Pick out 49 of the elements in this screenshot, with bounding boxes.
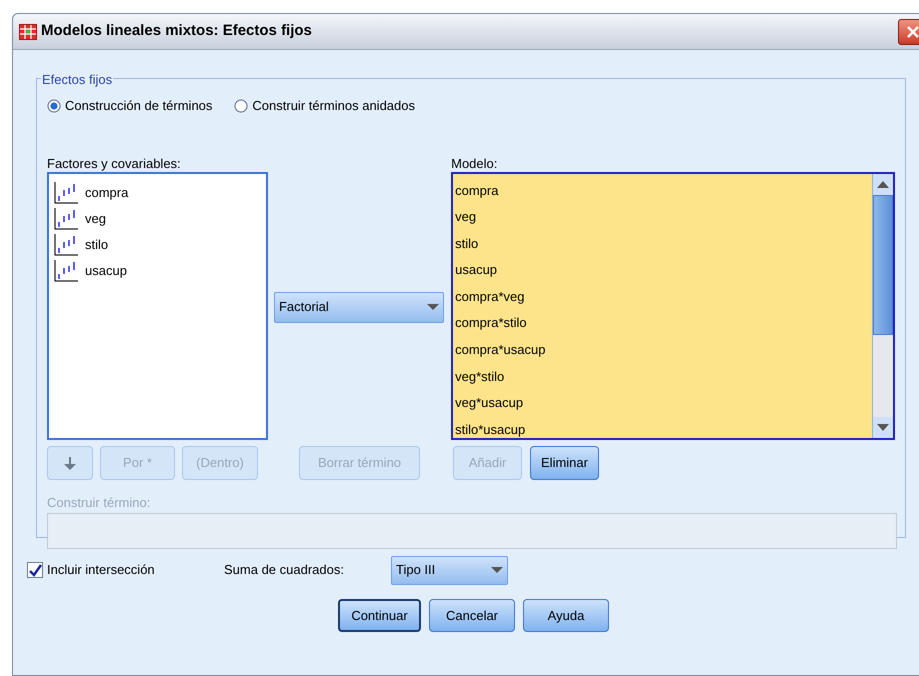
model-list[interactable]: compra veg stilo usacup compra*veg compra*stilo compra*usacup veg*stilo veg*usacup stilo*usacup — [451, 172, 895, 440]
field-label: Construir término: — [47, 494, 152, 510]
factors-list[interactable]: compra veg stilo usacup — [47, 172, 268, 440]
scroll-down-icon[interactable] — [877, 424, 889, 430]
check-icon — [28, 564, 42, 576]
cancel-button[interactable]: Cancelar — [429, 599, 515, 632]
list-label: Modelo: — [451, 154, 498, 170]
build-type-dropdown[interactable]: Factorial — [274, 292, 444, 322]
scroll-thumb[interactable] — [873, 194, 893, 334]
dropdown-arrow-icon — [491, 567, 503, 573]
list-item[interactable]: compra — [85, 182, 128, 202]
radio-button[interactable] — [47, 98, 61, 113]
dropdown-arrow-icon — [426, 304, 439, 310]
radio-label[interactable]: Construcción de términos — [65, 96, 212, 116]
dropdown-value: Factorial — [278, 298, 329, 316]
continue-button[interactable]: Continuar — [338, 599, 421, 632]
checkbox-label[interactable]: Incluir intersección — [47, 560, 224, 580]
sum-of-squares-dropdown[interactable]: Tipo III — [391, 556, 508, 584]
scale-variable-icon — [54, 234, 78, 256]
list-item[interactable]: compra*usacup — [455, 337, 872, 364]
arrow-down-icon — [63, 454, 77, 470]
list-item[interactable]: veg*stilo — [455, 364, 872, 390]
remove-button[interactable]: Eliminar — [530, 446, 599, 480]
checkbox[interactable] — [27, 562, 43, 578]
scrollbar[interactable] — [872, 174, 893, 438]
list-item[interactable]: veg*usacup — [455, 390, 872, 417]
list-item[interactable]: stilo — [455, 230, 872, 258]
radio-label[interactable]: Construir términos anidados — [252, 96, 415, 116]
list-item[interactable]: compra*veg — [455, 284, 872, 310]
window-title: Modelos lineales mixtos: Efectos fijos — [41, 21, 312, 42]
list-item[interactable]: veg — [85, 208, 106, 228]
list-item[interactable]: usacup — [85, 260, 127, 280]
help-button[interactable]: Ayuda — [523, 599, 609, 632]
list-item[interactable]: usacup — [455, 257, 872, 284]
close-button[interactable] — [898, 18, 919, 44]
list-label: Factores y covariables: — [47, 154, 182, 170]
scale-variable-icon — [54, 208, 78, 230]
scale-variable-icon — [54, 182, 78, 204]
scroll-up-icon[interactable] — [877, 180, 889, 188]
radio-button[interactable] — [234, 98, 248, 113]
list-item[interactable]: compra*stilo — [455, 310, 872, 338]
dropdown-value: Tipo III — [396, 561, 436, 580]
table-icon — [19, 24, 37, 40]
list-item[interactable]: compra — [455, 178, 872, 204]
dropdown-label: Suma de cuadrados: — [224, 561, 345, 580]
list-item[interactable]: stilo — [85, 234, 108, 254]
list-item[interactable]: veg — [455, 204, 872, 231]
close-icon — [906, 24, 919, 38]
scale-variable-icon — [54, 260, 78, 282]
